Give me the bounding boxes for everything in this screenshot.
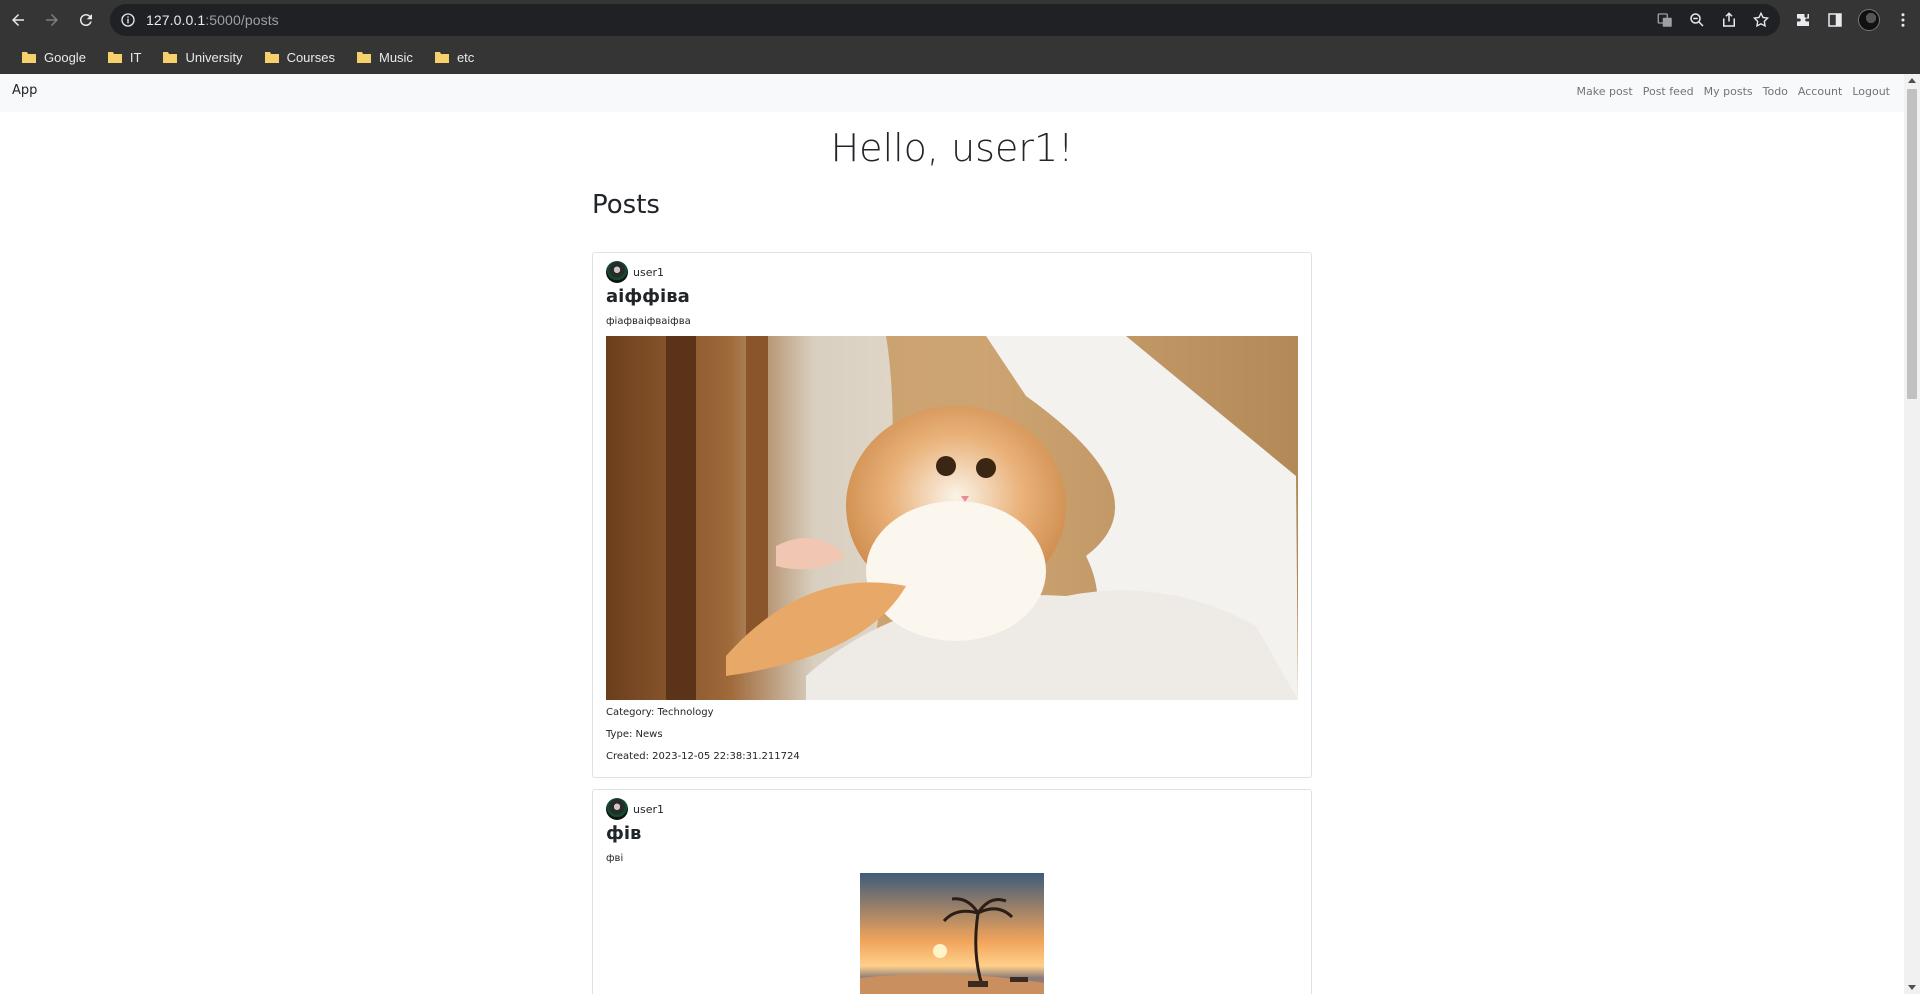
- reload-button[interactable]: [70, 4, 102, 36]
- bookmarks-bar: Google IT University Courses Music etc: [0, 40, 1920, 74]
- folder-icon: [434, 52, 449, 63]
- post-author: user1: [606, 261, 664, 283]
- greeting-heading: Hello, user1!: [830, 126, 1074, 170]
- cat-photo: [606, 336, 1298, 700]
- nav-link-my-posts[interactable]: My posts: [1704, 85, 1753, 98]
- arrow-right-icon: [46, 14, 58, 26]
- avatar: [606, 261, 628, 283]
- folder-icon: [264, 52, 279, 63]
- bookmark-label: IT: [129, 49, 142, 65]
- share-icon[interactable]: [1720, 11, 1738, 29]
- post-image-beach: [860, 873, 1044, 994]
- profile-avatar[interactable]: [1858, 9, 1880, 31]
- post-title: аіффіва: [606, 286, 690, 307]
- post-image-cat: [606, 336, 1298, 700]
- scroll-down-arrow[interactable]: [1908, 985, 1916, 990]
- app-navbar: App Make post Post feed My posts Todo Ac…: [0, 74, 1904, 112]
- url-host: 127.0.0.1: [146, 12, 206, 28]
- post-card: user1 аіффіва фіафваіфваіфва Category: T…: [592, 252, 1312, 778]
- zoom-icon[interactable]: [1688, 11, 1706, 29]
- nav-link-todo[interactable]: Todo: [1763, 85, 1788, 98]
- bookmark-label: Music: [378, 49, 413, 65]
- navbar-links: Make post Post feed My posts Todo Accoun…: [1576, 85, 1890, 98]
- page-scrollbar[interactable]: [1904, 74, 1920, 994]
- nav-link-post-feed[interactable]: Post feed: [1643, 85, 1694, 98]
- post-title: фів: [606, 823, 642, 844]
- bookmark-google[interactable]: Google: [14, 43, 94, 71]
- page-viewport: App Make post Post feed My posts Todo Ac…: [0, 74, 1904, 994]
- avatar: [606, 798, 628, 820]
- navbar-brand[interactable]: App: [12, 83, 37, 98]
- bookmark-etc[interactable]: etc: [427, 43, 482, 71]
- post-type: Type: News: [606, 729, 663, 740]
- bookmark-music[interactable]: Music: [349, 43, 421, 71]
- side-panel-icon[interactable]: [1826, 11, 1844, 29]
- url-path: :5000/posts: [205, 12, 279, 28]
- nav-link-logout[interactable]: Logout: [1852, 85, 1890, 98]
- post-category: Category: Technology: [606, 707, 714, 718]
- bookmark-label: etc: [456, 49, 475, 65]
- folder-icon: [356, 52, 371, 63]
- back-button[interactable]: [2, 4, 34, 36]
- arrow-left-icon: [12, 14, 24, 26]
- reload-icon: [79, 14, 92, 27]
- folder-icon: [22, 52, 36, 63]
- post-card: user1 фів фві: [592, 789, 1312, 994]
- star-icon[interactable]: [1752, 11, 1770, 29]
- bookmark-it[interactable]: IT: [100, 43, 150, 71]
- author-name: user1: [633, 265, 664, 279]
- extensions-icon[interactable]: [1794, 11, 1812, 29]
- info-icon[interactable]: [120, 12, 136, 28]
- scroll-up-arrow[interactable]: [1908, 78, 1916, 83]
- bookmark-courses[interactable]: Courses: [257, 43, 343, 71]
- translate-icon[interactable]: [1656, 11, 1674, 29]
- bookmark-label: University: [185, 49, 243, 65]
- more-vert-icon[interactable]: [1894, 11, 1912, 29]
- post-author: user1: [606, 798, 664, 820]
- beach-photo: [860, 873, 1044, 994]
- browser-toolbar: 127.0.0.1:5000/posts: [0, 0, 1920, 40]
- nav-link-account[interactable]: Account: [1798, 85, 1842, 98]
- post-body: фві: [606, 853, 624, 864]
- post-created: Created: 2023-12-05 22:38:31.211724: [606, 751, 800, 762]
- folder-icon: [163, 52, 178, 63]
- bookmark-label: Courses: [286, 49, 335, 65]
- post-body: фіафваіфваіфва: [606, 316, 691, 327]
- forward-button[interactable]: [36, 4, 68, 36]
- folder-icon: [107, 52, 122, 63]
- nav-link-make-post[interactable]: Make post: [1576, 85, 1632, 98]
- posts-heading: Posts: [592, 190, 660, 220]
- author-name: user1: [633, 802, 664, 816]
- url-text: 127.0.0.1:5000/posts: [146, 12, 279, 28]
- scrollbar-thumb[interactable]: [1907, 89, 1917, 399]
- address-bar[interactable]: 127.0.0.1:5000/posts: [110, 4, 1780, 36]
- bookmark-university[interactable]: University: [155, 43, 250, 71]
- bookmark-label: Google: [44, 49, 86, 65]
